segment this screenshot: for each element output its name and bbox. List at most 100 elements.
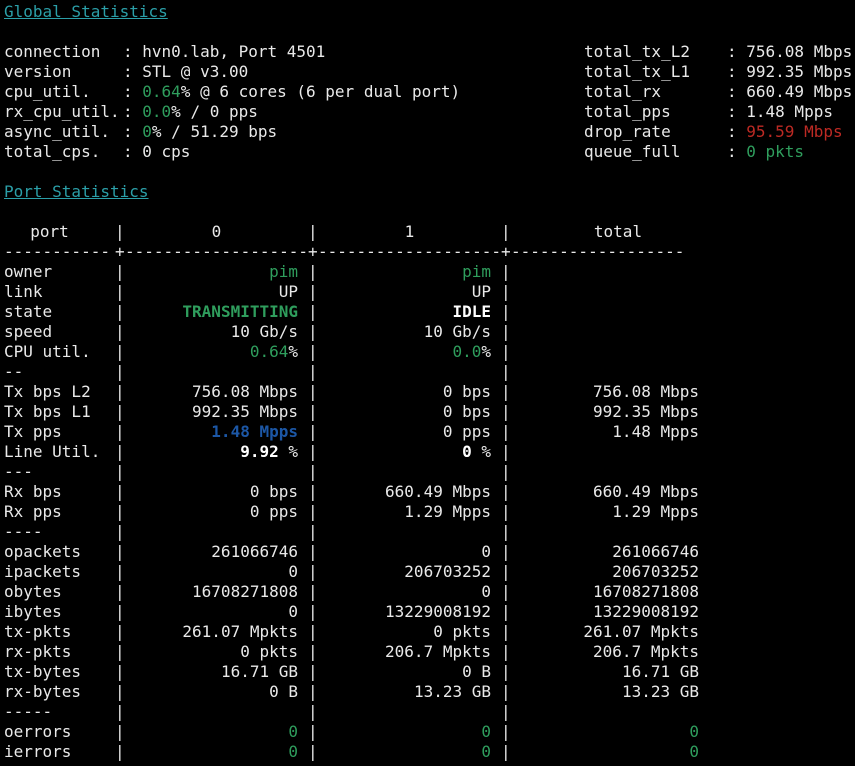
column-pipe: | <box>115 302 125 322</box>
row-label: speed <box>4 322 115 342</box>
cell-total <box>511 342 703 362</box>
cell-port0: 16708271808 <box>125 582 308 602</box>
table-row: obytes|16708271808|0|16708271808 <box>4 582 855 602</box>
text-span: % <box>481 342 491 361</box>
cell-port1: 660.49 Mbps <box>318 482 501 502</box>
stat-value: STL @ v3.00 <box>142 62 248 81</box>
stat-label: rx_cpu_util. <box>4 102 123 122</box>
cell-port1: 0 pps <box>318 422 501 442</box>
column-pipe: | <box>501 662 511 682</box>
column-pipe: | <box>308 682 318 702</box>
column-pipe: | <box>501 262 511 282</box>
text-span: 0 pkts <box>746 142 804 161</box>
cell-port0: 0 <box>125 562 308 582</box>
column-pipe: | <box>501 382 511 402</box>
cell-port1 <box>318 702 501 722</box>
cell-total: 0 <box>511 722 703 742</box>
column-pipe: | <box>115 222 125 242</box>
text-span: 0.64 <box>142 82 181 101</box>
table-row: Tx bps L2|756.08 Mbps|0 bps|756.08 Mbps <box>4 382 855 402</box>
row-label: -- <box>4 362 115 382</box>
cell-port1: 0 <box>318 722 501 742</box>
column-pipe: | <box>501 602 511 622</box>
text-span: 0 <box>462 442 472 461</box>
row-label: oerrors <box>4 722 115 742</box>
column-pipe: | <box>308 702 318 722</box>
column-pipe: | <box>115 602 125 622</box>
stat-value: 0.0% / 0 pps <box>142 102 258 121</box>
stat-value: 0 pkts <box>746 142 804 161</box>
column-pipe: | <box>115 722 125 742</box>
stat-label: queue_full <box>584 142 727 162</box>
cell-total: 660.49 Mbps <box>511 482 703 502</box>
stat-label: async_util. <box>4 122 123 142</box>
cell-port0: 10 Gb/s <box>125 322 308 342</box>
table-separator-row: -----------+-------------------+--------… <box>4 242 855 262</box>
cell-total: 992.35 Mbps <box>511 402 703 422</box>
separator-segment: ------------------ <box>511 242 703 262</box>
text-span: 0.64 <box>250 342 289 361</box>
column-pipe: | <box>115 342 125 362</box>
row-label: state <box>4 302 115 322</box>
column-pipe: | <box>501 702 511 722</box>
cell-total <box>511 442 703 462</box>
column-pipe: | <box>115 522 125 542</box>
text-span: 0 <box>288 722 298 741</box>
cell-port0 <box>125 462 308 482</box>
stat-label: connection <box>4 42 123 62</box>
cell-total: 16.71 GB <box>511 662 703 682</box>
colon-separator: : <box>123 82 142 101</box>
column-pipe: | <box>501 442 511 462</box>
table-row: Line Util.|9.92 %|0 %| <box>4 442 855 462</box>
stat-value: 95.59 Mbps <box>746 122 842 141</box>
cell-port0: 0 bps <box>125 482 308 502</box>
cell-port0: 261.07 Mpkts <box>125 622 308 642</box>
colon-separator: : <box>727 62 746 81</box>
row-label: link <box>4 282 115 302</box>
cell-port1: pim <box>318 262 501 282</box>
stat-label: cpu_util. <box>4 82 123 102</box>
stat-label: version <box>4 62 123 82</box>
table-row: opackets|261066746|0|261066746 <box>4 542 855 562</box>
column-pipe: | <box>308 462 318 482</box>
colon-separator: : <box>727 122 746 141</box>
table-row: Tx bps L1|992.35 Mbps|0 bps|992.35 Mbps <box>4 402 855 422</box>
cell-port1: 0 <box>318 742 501 762</box>
row-label: Rx bps <box>4 482 115 502</box>
header-total: total <box>511 222 703 242</box>
column-pipe: | <box>308 442 318 462</box>
column-pipe: | <box>308 222 318 242</box>
global-stat-row: rx_cpu_util.: 0.0% / 0 ppstotal_pps: 1.4… <box>4 102 855 122</box>
stat-label: total_tx_L1 <box>584 62 727 82</box>
stat-label: total_pps <box>584 102 727 122</box>
column-pipe: | <box>115 382 125 402</box>
column-pipe: | <box>308 622 318 642</box>
cell-port1: 0 bps <box>318 402 501 422</box>
cell-port0: 756.08 Mbps <box>125 382 308 402</box>
colon-separator: : <box>727 42 746 61</box>
row-label: ibytes <box>4 602 115 622</box>
column-pipe: | <box>115 542 125 562</box>
global-stat-row: version: STL @ v3.00total_tx_L1: 992.35 … <box>4 62 855 82</box>
table-row: Tx pps|1.48 Mpps|0 pps|1.48 Mpps <box>4 422 855 442</box>
column-pipe: | <box>115 322 125 342</box>
table-row: oerrors|0|0|0 <box>4 722 855 742</box>
cell-total: 756.08 Mbps <box>511 382 703 402</box>
column-pipe: | <box>501 322 511 342</box>
cell-port1: 13.23 GB <box>318 682 501 702</box>
row-label: rx-bytes <box>4 682 115 702</box>
table-row: rx-pkts|0 pkts|206.7 Mpkts|206.7 Mpkts <box>4 642 855 662</box>
text-span: 1.48 Mpps <box>211 422 298 441</box>
row-label: rx-pkts <box>4 642 115 662</box>
colon-separator: : <box>123 142 142 161</box>
cell-port1 <box>318 362 501 382</box>
column-pipe: | <box>501 222 511 242</box>
stat-value: hvn0.lab, Port 4501 <box>142 42 325 61</box>
row-label: tx-pkts <box>4 622 115 642</box>
cell-port0: 9.92 % <box>125 442 308 462</box>
table-row: ibytes|0|13229008192|13229008192 <box>4 602 855 622</box>
column-pipe: | <box>501 742 511 762</box>
colon-separator: : <box>123 122 142 141</box>
text-span: 95.59 Mbps <box>746 122 842 141</box>
column-pipe: | <box>501 362 511 382</box>
